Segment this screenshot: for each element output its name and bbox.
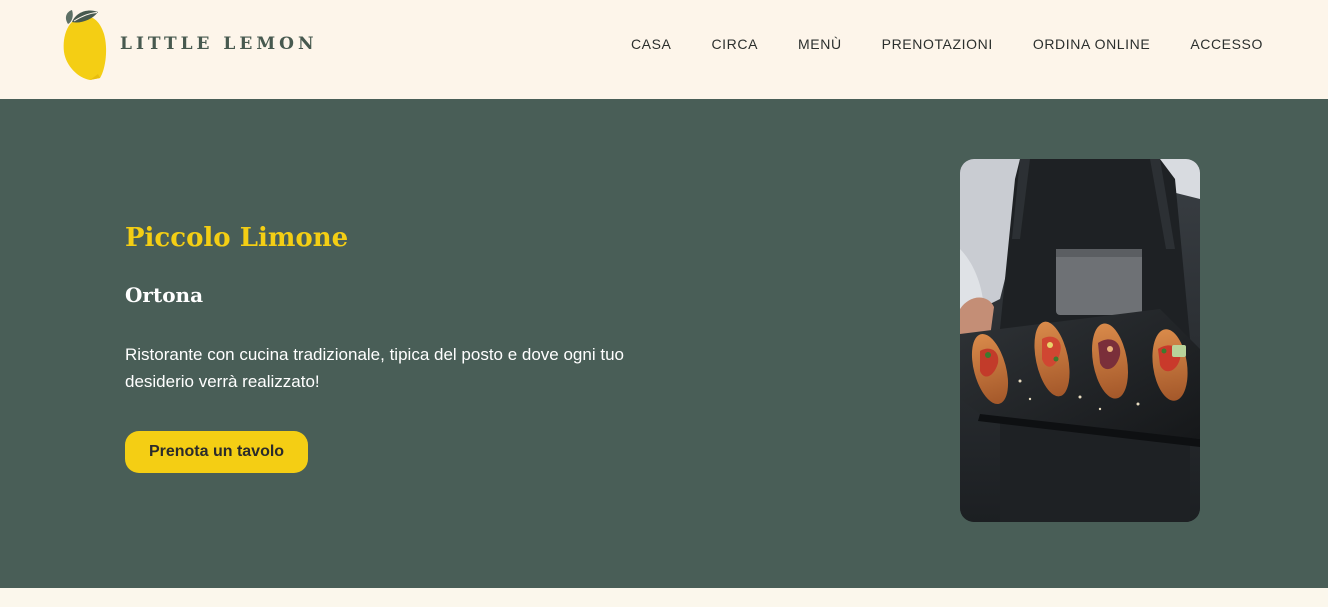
brand-name: LITTLE LEMON: [120, 34, 318, 54]
hero-image: [960, 159, 1200, 522]
nav-link-casa[interactable]: CASA: [631, 36, 672, 52]
hero-subtitle: Ortona: [125, 283, 204, 307]
page: LITTLE LEMON CASA CIRCA MENÙ PRENOTAZION…: [0, 0, 1328, 607]
main-nav: CASA CIRCA MENÙ PRENOTAZIONI ORDINA ONLI…: [631, 0, 1263, 88]
footer-strip: [0, 588, 1328, 607]
lemon-icon: [63, 10, 107, 80]
reserve-table-button[interactable]: Prenota un tavolo: [125, 431, 308, 473]
brand-home-link[interactable]: LITTLE LEMON: [60, 8, 318, 80]
waiter-serving-bruschetta-image: [960, 159, 1200, 522]
nav-link-circa[interactable]: CIRCA: [711, 36, 758, 52]
nav-link-prenotazioni[interactable]: PRENOTAZIONI: [882, 36, 993, 52]
hero-title: Piccolo Limone: [125, 223, 349, 253]
nav-link-ordina-online[interactable]: ORDINA ONLINE: [1033, 36, 1151, 52]
nav-link-menu[interactable]: MENÙ: [798, 36, 842, 52]
hero-description: Ristorante con cucina tradizionale, tipi…: [125, 345, 624, 391]
nav-link-accesso[interactable]: ACCESSO: [1190, 36, 1263, 52]
hero-section: Piccolo Limone Ortona Ristorante con cuc…: [0, 99, 1328, 588]
site-header: LITTLE LEMON CASA CIRCA MENÙ PRENOTAZION…: [0, 0, 1328, 99]
